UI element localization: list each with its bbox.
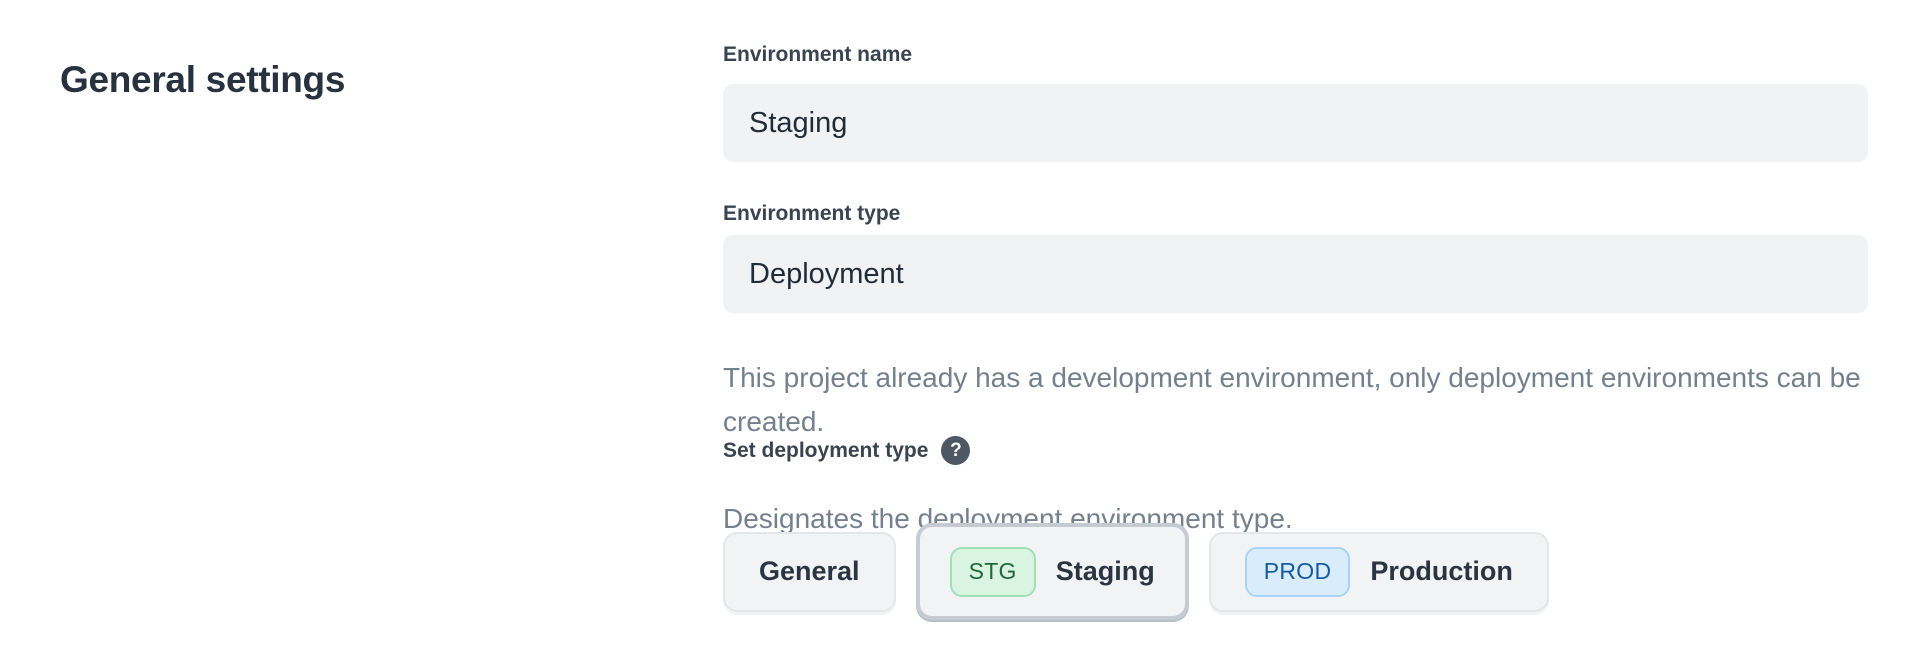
environment-settings-page: General settings Environment name Enviro…	[0, 0, 1916, 652]
staging-badge: STG	[950, 547, 1036, 597]
staging-option-label: Staging	[1056, 556, 1155, 587]
environment-name-label: Environment name	[723, 42, 912, 68]
deployment-type-option-general-button[interactable]: General	[723, 532, 896, 612]
deployment-type-option-staging-button[interactable]: STG Staging	[916, 523, 1189, 620]
environment-type-help-text: This project already has a development e…	[723, 356, 1868, 444]
environment-type-input[interactable]	[723, 235, 1868, 313]
environment-type-label: Environment type	[723, 201, 900, 227]
page-title: General settings	[60, 59, 345, 101]
general-option-label: General	[759, 556, 860, 587]
question-mark-icon[interactable]: ?	[941, 436, 970, 465]
deployment-type-label: Set deployment type	[723, 438, 928, 464]
production-badge: PROD	[1245, 547, 1351, 597]
production-option-label: Production	[1370, 556, 1513, 587]
deployment-type-option-production-button[interactable]: PROD Production	[1209, 532, 1549, 612]
environment-settings-form: Environment name Environment type This p…	[723, 0, 1868, 652]
environment-name-input[interactable]	[723, 84, 1868, 162]
deployment-type-options: General STG Staging PROD Production	[723, 523, 1549, 620]
deployment-type-label-row: Set deployment type ?	[723, 436, 970, 465]
